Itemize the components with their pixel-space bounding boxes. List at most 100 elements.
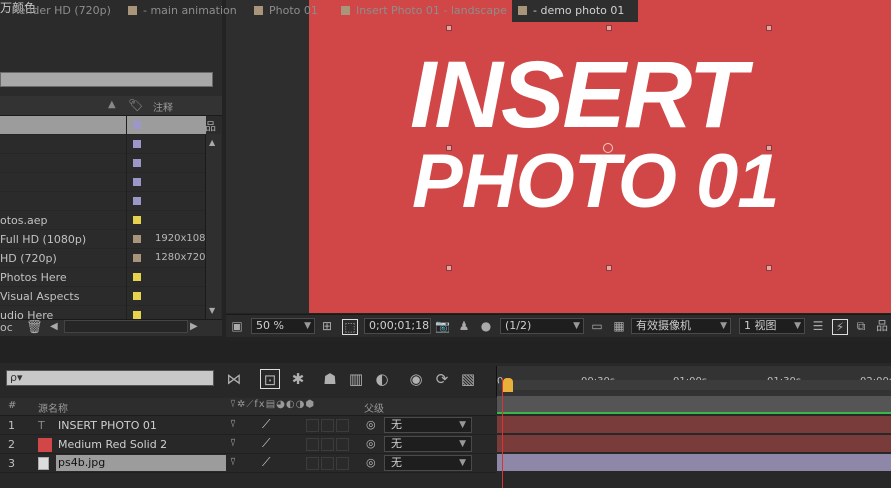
layer-name[interactable]: Medium Red Solid 2 (58, 438, 167, 451)
current-time-field[interactable]: 0;00;01;18 (364, 318, 431, 334)
layer-switch-box[interactable] (306, 419, 319, 432)
layer-switch-box[interactable] (306, 457, 319, 470)
project-item[interactable]: Visual Aspects (0, 287, 206, 306)
layer-switch-box[interactable] (306, 438, 319, 451)
scroll-down-icon[interactable]: ▼ (209, 306, 215, 315)
pick-whip-icon[interactable]: ◎ (366, 456, 376, 469)
pick-whip-icon[interactable]: ◎ (366, 418, 376, 431)
quality-switch-icon[interactable]: ⟋ (262, 436, 270, 451)
snapshot-camera-icon[interactable]: 📷 (435, 319, 450, 333)
label-color-swatch[interactable] (133, 292, 141, 300)
project-horizontal-scrollbar[interactable] (64, 320, 188, 333)
quality-switch-icon[interactable]: ⟋ (262, 455, 270, 470)
time-ruler[interactable]: 0s 00:30s 01:00s 01:30s 02:00s (496, 366, 891, 397)
motion-blur-icon[interactable]: ◐ (372, 369, 392, 389)
layer-switch-box[interactable] (336, 438, 349, 451)
mini-flowchart-icon[interactable]: ⋈ (224, 369, 244, 389)
label-color-swatch[interactable] (133, 273, 141, 281)
trash-icon[interactable]: 🗑 (26, 320, 43, 335)
hide-shy-layers-icon[interactable]: ☗ (320, 369, 340, 389)
project-item[interactable] (0, 173, 206, 192)
fast-draft-icon[interactable]: ⚡ (832, 319, 848, 335)
flowchart-view-icon[interactable]: 品 (875, 319, 889, 333)
safe-zones-icon[interactable]: ⊞ (320, 319, 334, 333)
scroll-right-icon[interactable]: ▶ (190, 321, 198, 332)
sort-arrow-icon[interactable]: ▲ (108, 99, 116, 110)
fast-preview-icon[interactable]: ▭ (590, 319, 604, 333)
tab-main-animation[interactable]: - main animation (128, 0, 237, 22)
project-item[interactable]: Full HD (1080p) 1920x1080 (0, 230, 212, 249)
layer-switch-box[interactable] (336, 457, 349, 470)
parent-dropdown[interactable]: 无 ▼ (384, 455, 472, 471)
bbox-handle[interactable] (766, 265, 772, 271)
draft-3d-icon[interactable]: ✱ (288, 369, 308, 389)
layer-switch-box[interactable] (321, 457, 334, 470)
label-color-swatch[interactable] (133, 178, 141, 186)
layer-row[interactable]: 1 T INSERT PHOTO 01 ⍢ ⟋ ◎ 无 ▼ (0, 416, 496, 435)
label-color-swatch[interactable] (133, 197, 141, 205)
project-item[interactable] (0, 154, 206, 173)
project-item[interactable]: otos.aep (0, 211, 206, 230)
scroll-up-icon[interactable]: ▲ (209, 138, 215, 147)
layer-duration-bar[interactable] (497, 454, 891, 471)
label-color-swatch[interactable] (133, 121, 141, 129)
tab-insert-photo-landscape[interactable]: Insert Photo 01 - landscape (341, 0, 507, 22)
pick-whip-icon[interactable]: ◎ (366, 437, 376, 450)
brainstorm-icon[interactable]: ◉ (406, 369, 426, 389)
label-tag-icon[interactable]: 🏷 (128, 98, 143, 112)
label-color-swatch[interactable] (133, 311, 141, 319)
label-color-swatch[interactable] (133, 254, 141, 262)
layer-switch-box[interactable] (321, 419, 334, 432)
quality-switch-icon[interactable]: ⟋ (262, 417, 270, 432)
label-color-swatch[interactable] (133, 140, 141, 148)
shy-switch-icon[interactable]: ⍢ (230, 419, 236, 430)
pixel-aspect-icon[interactable]: ☰ (811, 319, 825, 333)
frame-blending-icon[interactable]: ▥ (346, 369, 366, 389)
camera-dropdown[interactable]: 有效摄像机 ▼ (631, 318, 731, 334)
layer-switch-box[interactable] (321, 438, 334, 451)
layer-duration-bar[interactable] (497, 416, 891, 433)
bbox-handle[interactable] (446, 265, 452, 271)
work-area-bar[interactable] (499, 380, 891, 390)
playhead-icon[interactable] (503, 378, 513, 392)
live-update-icon[interactable]: ⊡ (260, 369, 280, 389)
auto-keyframe-icon[interactable]: ⟳ (432, 369, 452, 389)
parent-dropdown[interactable]: 无 ▼ (384, 436, 472, 452)
layer-row[interactable]: 3 ps4b.jpg ⍢ ⟋ ◎ 无 ▼ (0, 454, 496, 473)
channel-rgb-icon[interactable]: ● (479, 319, 493, 333)
layer-name[interactable]: INSERT PHOTO 01 (58, 419, 157, 432)
zoom-dropdown[interactable]: 50 % ▼ (251, 318, 315, 334)
bbox-handle[interactable] (606, 265, 612, 271)
layer-switch-box[interactable] (336, 419, 349, 432)
label-color-swatch[interactable] (133, 216, 141, 224)
project-vertical-scrollbar[interactable]: ▲ ▼ (205, 134, 221, 320)
layer-row[interactable]: 2 Medium Red Solid 2 ⍢ ⟋ ◎ 无 ▼ (0, 435, 496, 454)
layer-name[interactable]: ps4b.jpg (56, 455, 226, 471)
bbox-handle[interactable] (766, 25, 772, 31)
project-item[interactable]: Photos Here (0, 268, 206, 287)
anchor-point-icon[interactable] (603, 143, 613, 153)
show-snapshot-icon[interactable]: ♟ (457, 319, 471, 333)
project-item[interactable]: HD (720p) 1280x720 (0, 249, 206, 268)
project-item[interactable] (0, 192, 206, 211)
timeline-icon[interactable]: ⧉ (854, 319, 868, 333)
timeline-search-input[interactable]: ρ▾ (6, 370, 214, 386)
transparency-grid-icon[interactable]: ▦ (612, 319, 626, 333)
view-layout-dropdown[interactable]: 1 视图 ▼ (739, 318, 805, 334)
col-source-name[interactable]: 源名称 (38, 400, 68, 415)
label-color-swatch[interactable] (133, 235, 141, 243)
project-search-input[interactable] (0, 72, 213, 87)
region-of-interest-icon[interactable]: ⬚ (342, 319, 358, 335)
bbox-handle[interactable] (606, 25, 612, 31)
current-time-indicator[interactable] (502, 378, 503, 488)
tab-photo-01[interactable]: Photo 01 (254, 0, 318, 22)
resolution-dropdown[interactable]: (1/2) ▼ (500, 318, 584, 334)
layer-duration-bar[interactable] (497, 435, 891, 452)
shy-switch-icon[interactable]: ⍢ (230, 438, 236, 449)
always-preview-icon[interactable]: ▣ (230, 319, 244, 333)
bbox-handle[interactable] (446, 25, 452, 31)
parent-dropdown[interactable]: 无 ▼ (384, 417, 472, 433)
tab-render-hd[interactable]: - Render HD (720p) (4, 0, 111, 22)
label-color-swatch[interactable] (133, 159, 141, 167)
project-item[interactable] (0, 116, 206, 135)
